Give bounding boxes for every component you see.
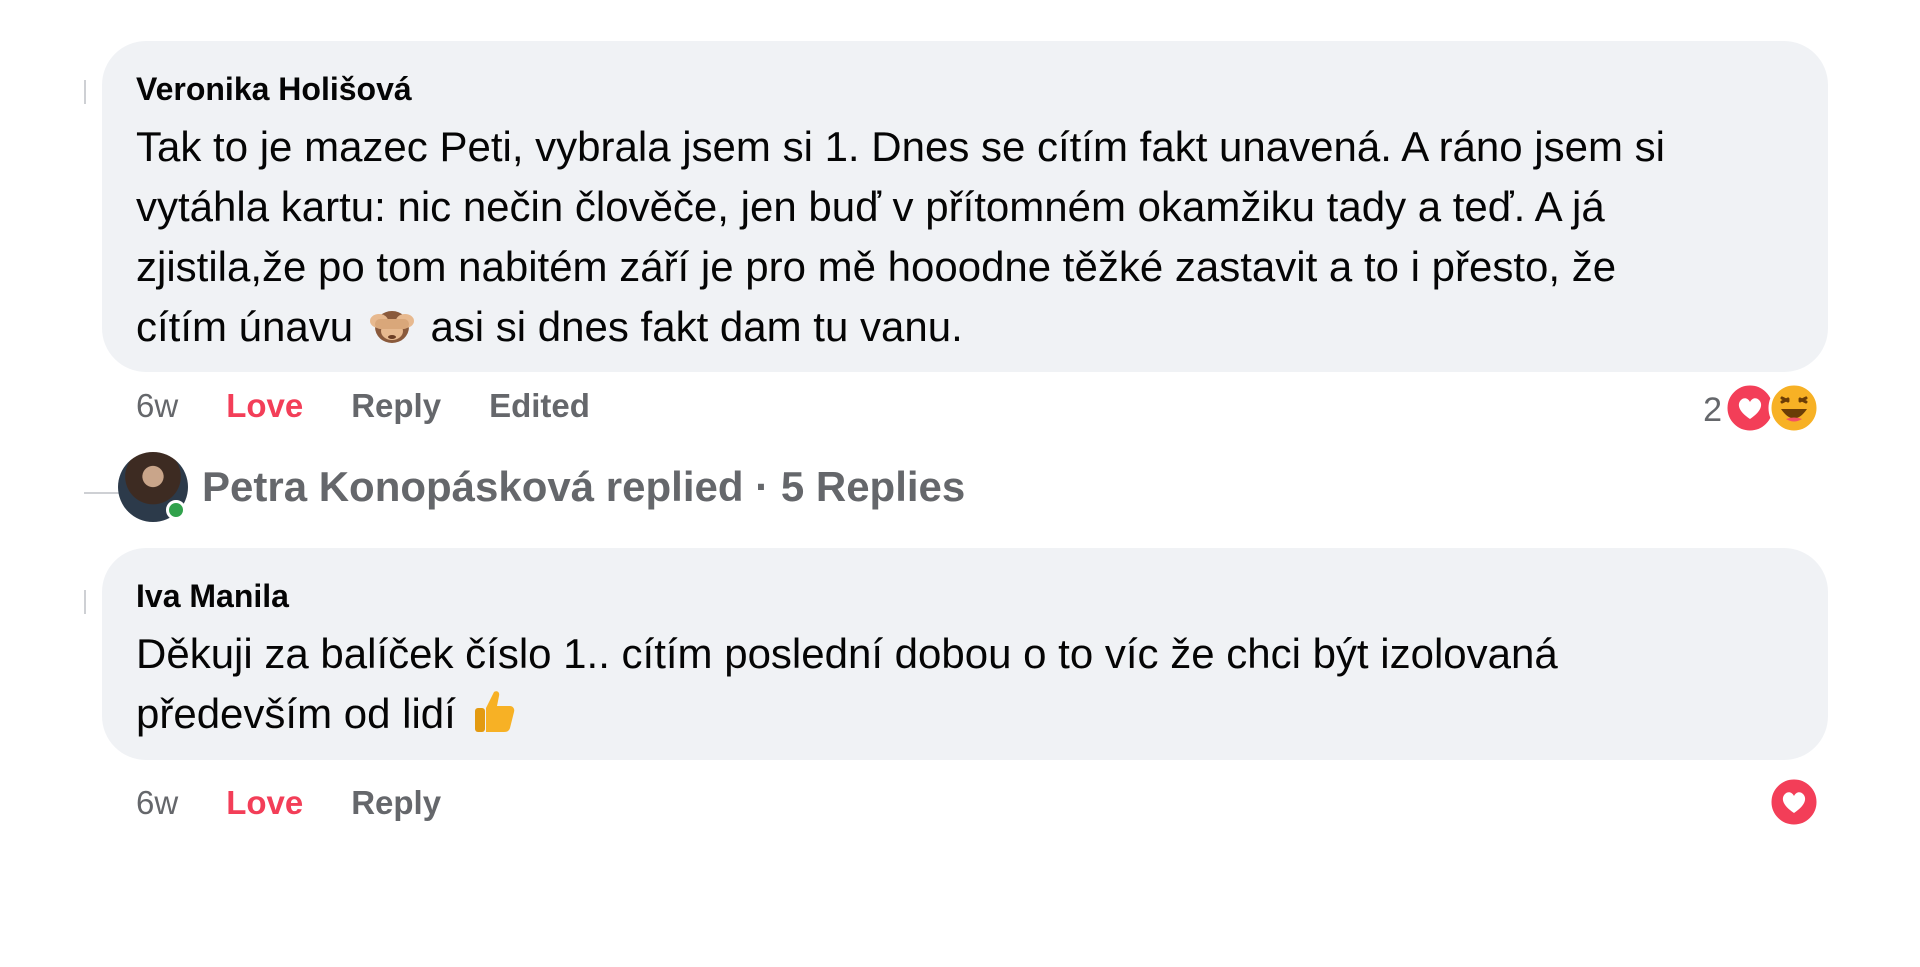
comment-bubble: Iva Manila Děkuji za balíček číslo 1.. c…: [102, 548, 1828, 760]
comments-page: Veronika Holišová Tak to je mazec Peti, …: [0, 0, 1920, 967]
love-button[interactable]: Love: [226, 387, 303, 425]
thumbs-up-icon: [472, 688, 516, 750]
comment-text-line: zjistila,že po tom nabitém září je pro m…: [136, 243, 1617, 290]
reaction-summary[interactable]: 2: [1703, 382, 1820, 439]
online-status-dot: [166, 500, 186, 520]
replies-summary-text: Petra Konopásková replied · 5 Replies: [202, 463, 966, 510]
comment-text-segment: cítím únavu: [136, 303, 354, 350]
comment-actions: 6w Love Reply Edited: [136, 387, 638, 425]
comment-text: Tak to je mazec Peti, vybrala jsem si 1.…: [136, 117, 1794, 363]
comment-text: Děkuji za balíček číslo 1.. cítím posled…: [136, 624, 1794, 750]
avatar: [118, 452, 188, 522]
comment-text-line: především od lidí: [136, 684, 1794, 750]
thread-line: [84, 590, 86, 614]
comment-timestamp[interactable]: 6w: [136, 387, 178, 425]
thread-line: [84, 80, 86, 104]
heart-icon: [1768, 776, 1820, 833]
love-button[interactable]: Love: [226, 784, 303, 822]
comment-timestamp[interactable]: 6w: [136, 784, 178, 822]
reply-button[interactable]: Reply: [351, 387, 441, 425]
comment-actions: 6w Love Reply: [136, 784, 489, 822]
comment-text-line: cítím únavu asi si dnes fakt dam tu vanu…: [136, 297, 1794, 363]
laughing-icon: [1768, 382, 1820, 439]
thread-line: [84, 492, 120, 494]
view-replies-link[interactable]: Petra Konopásková replied · 5 Replies: [118, 452, 965, 522]
comment-text-line: Děkuji za balíček číslo 1.. cítím posled…: [136, 630, 1558, 677]
reaction-count: 2: [1703, 391, 1722, 429]
reply-button[interactable]: Reply: [351, 784, 441, 822]
edited-label[interactable]: Edited: [489, 387, 590, 425]
comment-author[interactable]: Veronika Holišová: [136, 71, 1794, 107]
comment-bubble: Veronika Holišová Tak to je mazec Peti, …: [102, 41, 1828, 372]
comment-text-segment: asi si dnes fakt dam tu vanu.: [430, 303, 963, 350]
reaction-summary[interactable]: [1768, 776, 1820, 833]
comment-text-segment: především od lidí: [136, 690, 456, 737]
see-no-evil-monkey-icon: [369, 303, 415, 363]
comment-text-line: Tak to je mazec Peti, vybrala jsem si 1.…: [136, 123, 1665, 170]
comment-text-line: vytáhla kartu: nic nečin člověče, jen bu…: [136, 183, 1605, 230]
comment-author[interactable]: Iva Manila: [136, 578, 1794, 614]
